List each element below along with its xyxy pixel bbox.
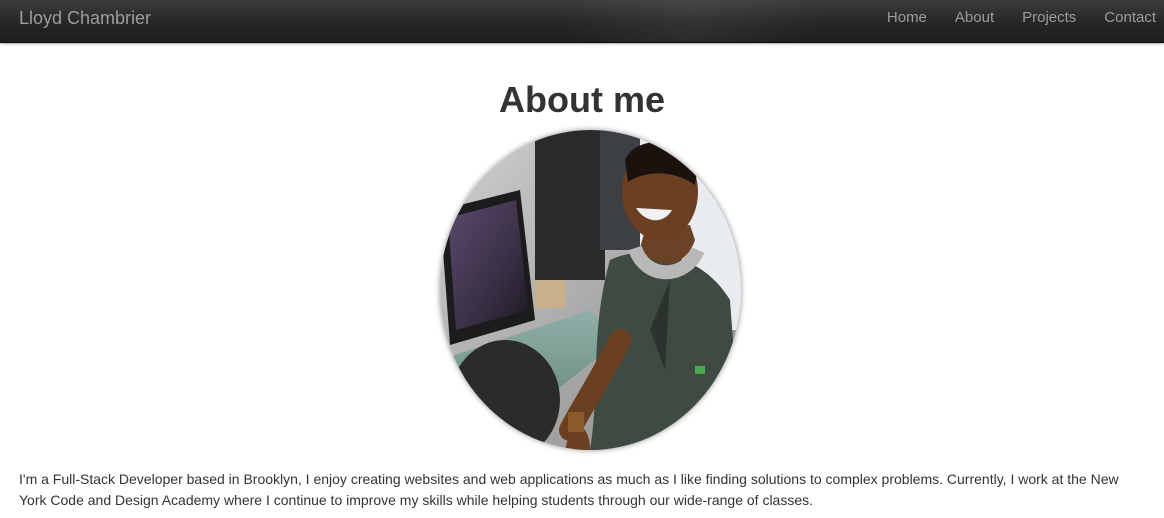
- nav-link-projects[interactable]: Projects: [1008, 0, 1090, 35]
- nav-menu: Home About Projects Contact: [873, 0, 1164, 42]
- page-title: About me: [499, 79, 665, 120]
- profile-photo: [440, 130, 741, 450]
- nav-link-home[interactable]: Home: [873, 0, 941, 35]
- navbar: Lloyd Chambrier Home About Projects Cont…: [0, 0, 1164, 43]
- bio-paragraph: I'm a Full-Stack Developer based in Broo…: [19, 471, 1119, 508]
- nav-link-about[interactable]: About: [941, 0, 1008, 35]
- brand-link[interactable]: Lloyd Chambrier: [19, 7, 151, 29]
- nav-link-contact[interactable]: Contact: [1090, 0, 1164, 35]
